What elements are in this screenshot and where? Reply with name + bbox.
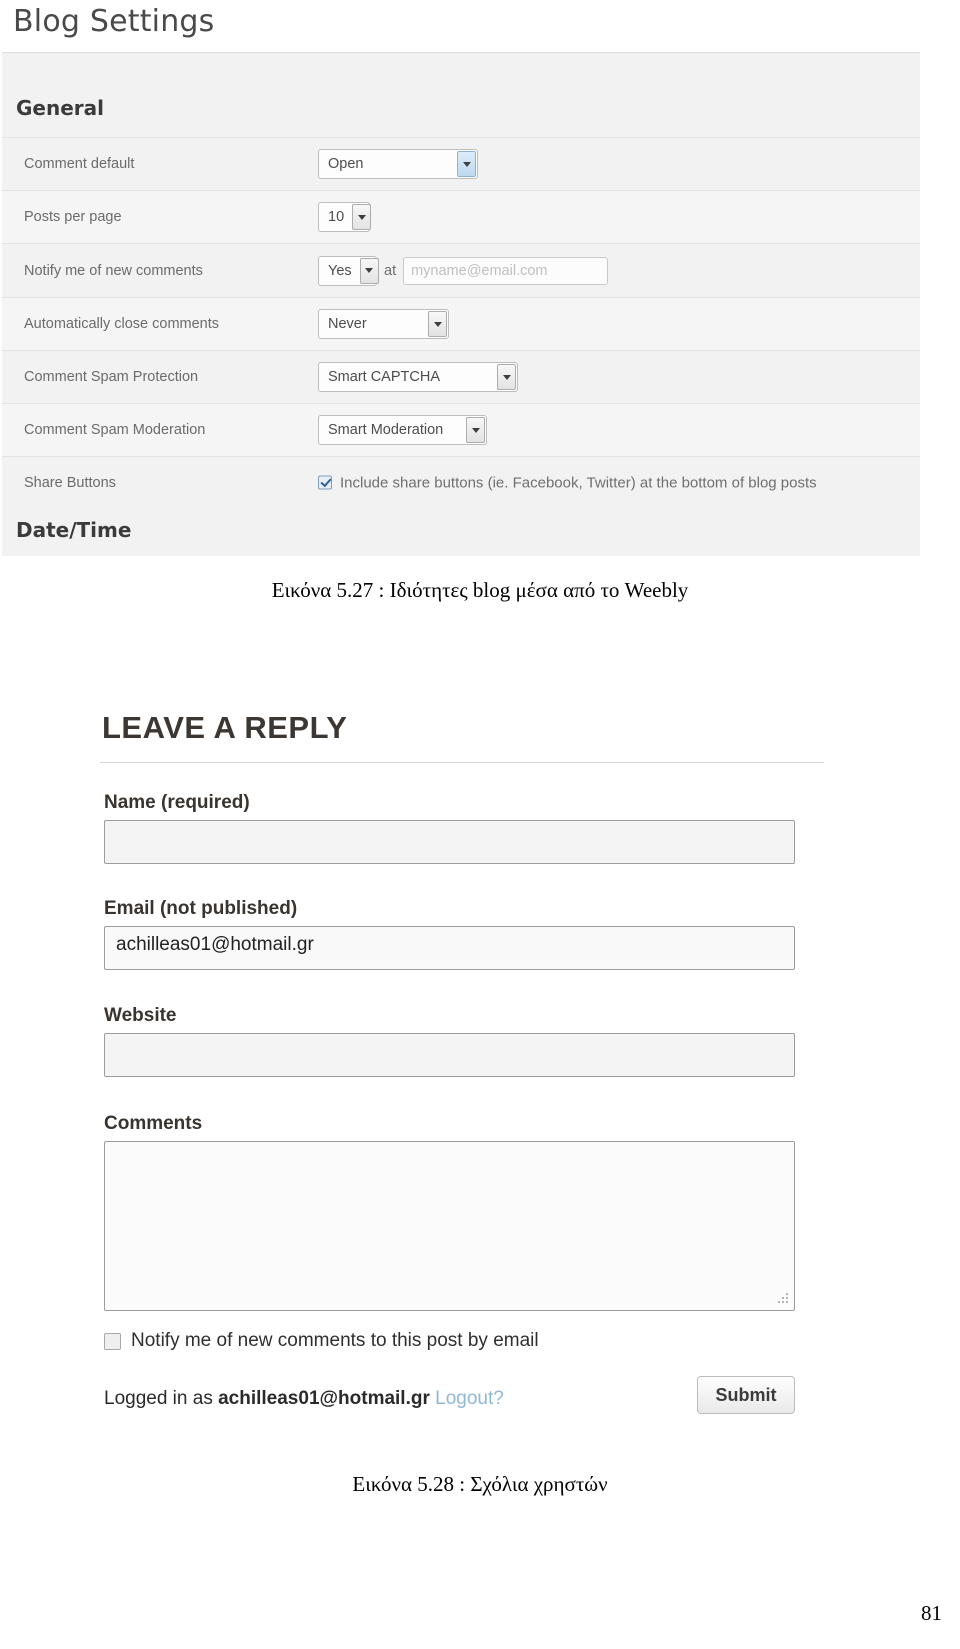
notify-email-input[interactable]: myname@email.com: [403, 256, 609, 285]
select-value: Open: [328, 156, 364, 172]
comments-textarea[interactable]: [104, 1141, 795, 1311]
submit-button[interactable]: Submit: [697, 1376, 795, 1414]
section-heading-datetime: Date/Time: [16, 518, 132, 542]
email-input[interactable]: achilleas01@hotmail.gr: [104, 926, 795, 970]
logged-in-username: achilleas01@hotmail.gr: [218, 1388, 430, 1409]
blog-settings-screenshot: Blog Settings General Comment default Op…: [0, 0, 920, 556]
page-title: Blog Settings: [13, 4, 215, 39]
setting-label: Comment Spam Moderation: [24, 422, 206, 438]
website-input-value: [105, 1034, 794, 1041]
email-input-value: achilleas01@hotmail.gr: [116, 934, 314, 955]
setting-row-posts-per-page: Posts per page 10: [2, 190, 920, 243]
name-input[interactable]: [104, 820, 795, 864]
chevron-down-icon: [497, 364, 516, 390]
setting-row-notify-new-comments: Notify me of new comments Yes at myname@…: [2, 243, 920, 297]
setting-label: Automatically close comments: [24, 316, 220, 332]
spam-protection-select[interactable]: Smart CAPTCHA: [318, 362, 518, 392]
email-field-label: Email (not published): [104, 898, 298, 919]
setting-control: Never: [318, 309, 449, 339]
notify-toggle-select[interactable]: Yes: [318, 255, 379, 286]
comments-textarea-value: [105, 1142, 794, 1149]
notify-checkbox[interactable]: [104, 1332, 121, 1350]
heading-divider: [100, 762, 824, 763]
website-field-label: Website: [104, 1005, 177, 1026]
select-value: 10: [328, 209, 345, 225]
share-buttons-checkbox[interactable]: [318, 475, 332, 490]
page-number: 81: [921, 1601, 942, 1625]
name-input-value: [105, 821, 794, 828]
select-value: Smart CAPTCHA: [328, 369, 440, 385]
setting-label: Comment default: [24, 156, 135, 172]
setting-row-share-buttons: Share Buttons Include share buttons (ie.…: [2, 456, 920, 508]
logged-in-prefix: Logged in as: [104, 1388, 219, 1409]
chevron-down-icon: [466, 417, 485, 443]
posts-per-page-select[interactable]: 10: [318, 202, 372, 232]
figure-caption-1: Εικόνα 5.27 : Ιδιότητες blog μέσα από το…: [271, 578, 689, 602]
blog-settings-titlebar: Blog Settings: [0, 0, 920, 52]
setting-control: 10: [318, 202, 372, 232]
section-heading-general: General: [16, 96, 104, 120]
setting-label: Posts per page: [24, 209, 122, 225]
figure-caption-2: Εικόνα 5.28 : Σχόλια χρηστών: [352, 1472, 608, 1496]
notify-checkbox-row[interactable]: Notify me of new comments to this post b…: [104, 1330, 539, 1352]
setting-label: Comment Spam Protection: [24, 369, 199, 385]
setting-control: Smart Moderation: [318, 415, 487, 445]
setting-control: Open: [318, 149, 478, 179]
comment-default-select[interactable]: Open: [318, 149, 478, 179]
setting-row-auto-close-comments: Automatically close comments Never: [2, 297, 920, 350]
setting-row-spam-protection: Comment Spam Protection Smart CAPTCHA: [2, 350, 920, 403]
chevron-down-icon: [457, 151, 476, 177]
setting-control: Include share buttons (ie. Facebook, Twi…: [318, 474, 817, 491]
at-separator-label: at: [384, 262, 397, 279]
chevron-down-icon: [428, 311, 447, 337]
comments-field-label: Comments: [104, 1113, 203, 1134]
setting-row-comment-default: Comment default Open: [2, 137, 920, 190]
share-buttons-checkbox-row[interactable]: Include share buttons (ie. Facebook, Twi…: [318, 474, 817, 491]
setting-row-spam-moderation: Comment Spam Moderation Smart Moderation: [2, 403, 920, 456]
settings-panel: General Comment default Open Posts per p…: [2, 52, 920, 556]
resize-grip-icon[interactable]: [776, 1293, 788, 1305]
leave-reply-heading: LEAVE A REPLY: [102, 710, 348, 745]
name-field-label: Name (required): [104, 792, 250, 813]
logged-in-status: Logged in as achilleas01@hotmail.gr Logo…: [104, 1388, 504, 1410]
leave-reply-form-screenshot: LEAVE A REPLY Name (required) Email (not…: [100, 710, 824, 1430]
setting-control: Smart CAPTCHA: [318, 362, 518, 392]
website-input[interactable]: [104, 1033, 795, 1077]
spam-moderation-select[interactable]: Smart Moderation: [318, 415, 487, 445]
select-value: Smart Moderation: [328, 422, 444, 438]
setting-control: Yes at myname@email.com: [318, 255, 609, 286]
logout-link[interactable]: Logout?: [430, 1388, 504, 1409]
share-buttons-checkbox-label: Include share buttons (ie. Facebook, Twi…: [340, 474, 817, 491]
chevron-down-icon: [352, 204, 372, 230]
chevron-down-icon: [359, 257, 379, 284]
auto-close-comments-select[interactable]: Never: [318, 309, 449, 339]
select-value: Never: [328, 316, 367, 332]
setting-label: Share Buttons: [24, 474, 116, 491]
setting-label: Notify me of new comments: [24, 262, 203, 279]
notify-checkbox-label: Notify me of new comments to this post b…: [131, 1330, 539, 1351]
select-value: Yes: [328, 262, 352, 279]
